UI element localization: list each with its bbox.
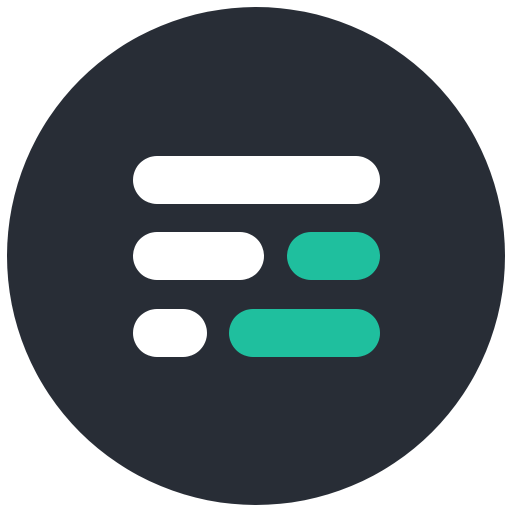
logo-bar-bottom-right-icon <box>229 309 380 357</box>
app-icon-canvas <box>0 0 512 512</box>
logo-bar-middle-right-icon <box>287 232 380 280</box>
logo-bar-top-icon <box>133 156 380 204</box>
logo-bar-bottom-left-icon <box>133 309 207 357</box>
logo-bar-middle-left-icon <box>133 232 264 280</box>
